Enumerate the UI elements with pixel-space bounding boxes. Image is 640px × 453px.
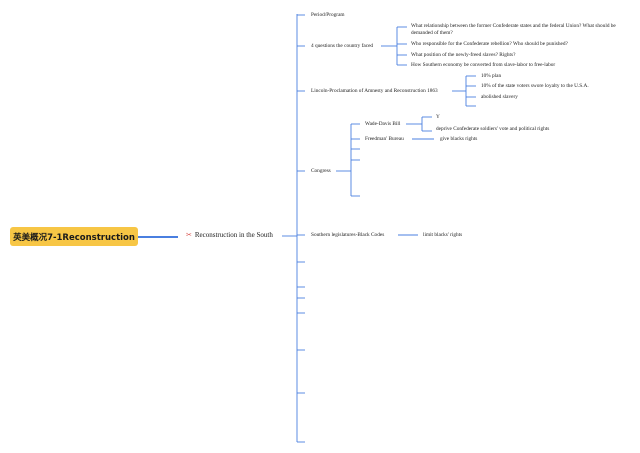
branch-southern[interactable]: Southern legislatures-Black Codes (311, 232, 384, 239)
branch-lincoln[interactable]: Lincoln-Proclamation of Amnesty and Reco… (311, 88, 438, 95)
freedmen-bureau[interactable]: Freedman' Bureau (365, 136, 404, 143)
wade-davis-item[interactable]: deprive Confederate soldiers' vote and p… (436, 126, 549, 133)
branch-period[interactable]: Period/Program (311, 12, 345, 19)
question-item[interactable]: What position of the newly-freed slaves?… (411, 52, 515, 59)
tools-icon: ✂ (186, 231, 192, 239)
branch-questions[interactable]: 4 questions the country faced (311, 43, 373, 50)
lincoln-item[interactable]: 10% of the state voters swore loyalty to… (481, 83, 589, 90)
freedmen-item[interactable]: give blacks rights (440, 136, 477, 143)
question-item[interactable]: What relationship between the former Con… (411, 23, 623, 37)
branch-congress[interactable]: Congress (311, 168, 331, 175)
lincoln-item[interactable]: 10% plan (481, 73, 501, 80)
root-title: 英美概况7-1Reconstruction (13, 232, 135, 243)
wade-davis-bill[interactable]: Wade-Davis Bill (365, 121, 400, 128)
question-item[interactable]: How Southern economy be converted from s… (411, 62, 555, 69)
root-node[interactable]: 英美概况7-1Reconstruction (10, 227, 138, 246)
main-topic[interactable]: ✂ Reconstruction in the South (186, 231, 273, 239)
question-item[interactable]: Who responsible for the Confederate rebe… (411, 41, 568, 48)
southern-item[interactable]: limit blacks' rights (423, 232, 462, 239)
wade-davis-item[interactable]: Y (436, 114, 440, 121)
main-topic-label: Reconstruction in the South (194, 231, 273, 239)
lincoln-item[interactable]: abolished slavery (481, 94, 518, 101)
